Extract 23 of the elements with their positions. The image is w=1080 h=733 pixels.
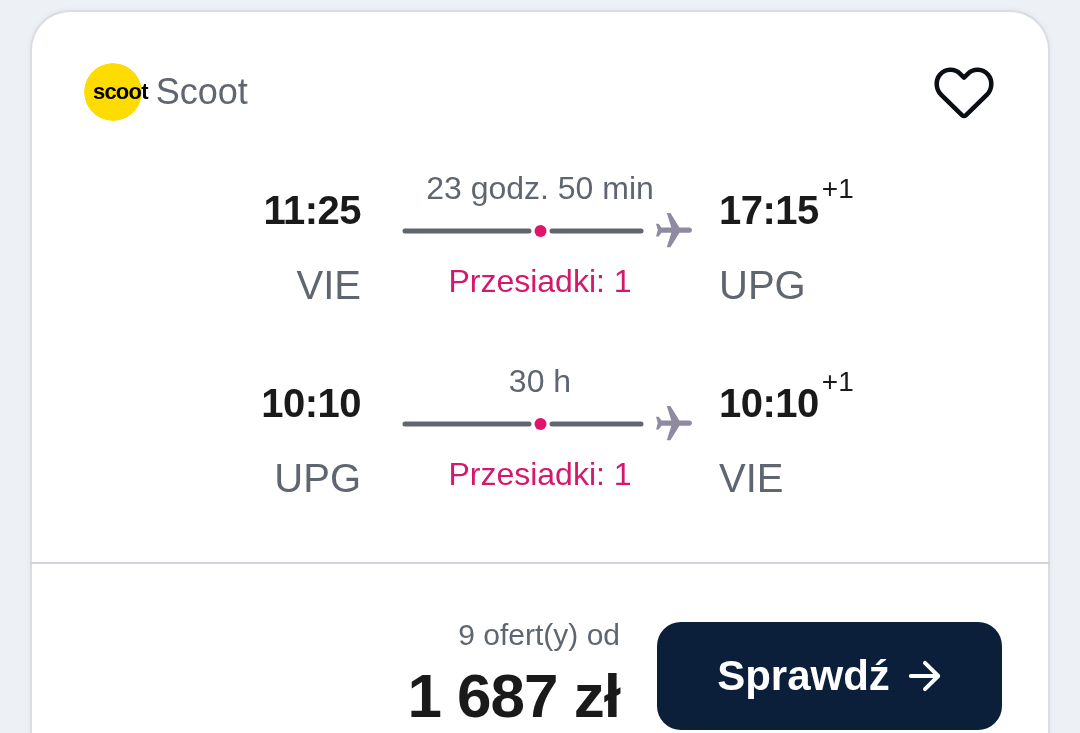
departure-time: 10:10 [261, 380, 361, 427]
departure-airport: VIE [296, 262, 361, 309]
stops-label: Przesiadki: 1 [448, 262, 632, 301]
plane-icon [656, 213, 692, 249]
arrival-time: 17:15 [719, 187, 819, 234]
plane-icon [656, 406, 692, 442]
offers-count: 9 ofert(y) od [458, 618, 620, 652]
stop-dot-icon [534, 225, 547, 237]
departure-airport: UPG [274, 455, 361, 502]
stop-dot-icon [534, 418, 547, 430]
check-button[interactable]: Sprawdź [657, 622, 1002, 730]
departure-time: 11:25 [263, 187, 361, 234]
airline-name: Scoot [155, 71, 248, 113]
arrival-airport: UPG [719, 262, 806, 309]
arrow-right-icon [907, 659, 942, 693]
stops-label: Przesiadki: 1 [448, 455, 632, 494]
flight-duration: 30 h [508, 362, 572, 401]
price: 1 687 zł [407, 664, 620, 728]
day-offset: +1 [821, 367, 854, 397]
flight-duration: 23 godz. 50 min [426, 169, 654, 208]
day-offset: +1 [821, 174, 854, 204]
arrival-airport: VIE [719, 455, 784, 502]
arrival-time: 10:10 [719, 380, 819, 427]
